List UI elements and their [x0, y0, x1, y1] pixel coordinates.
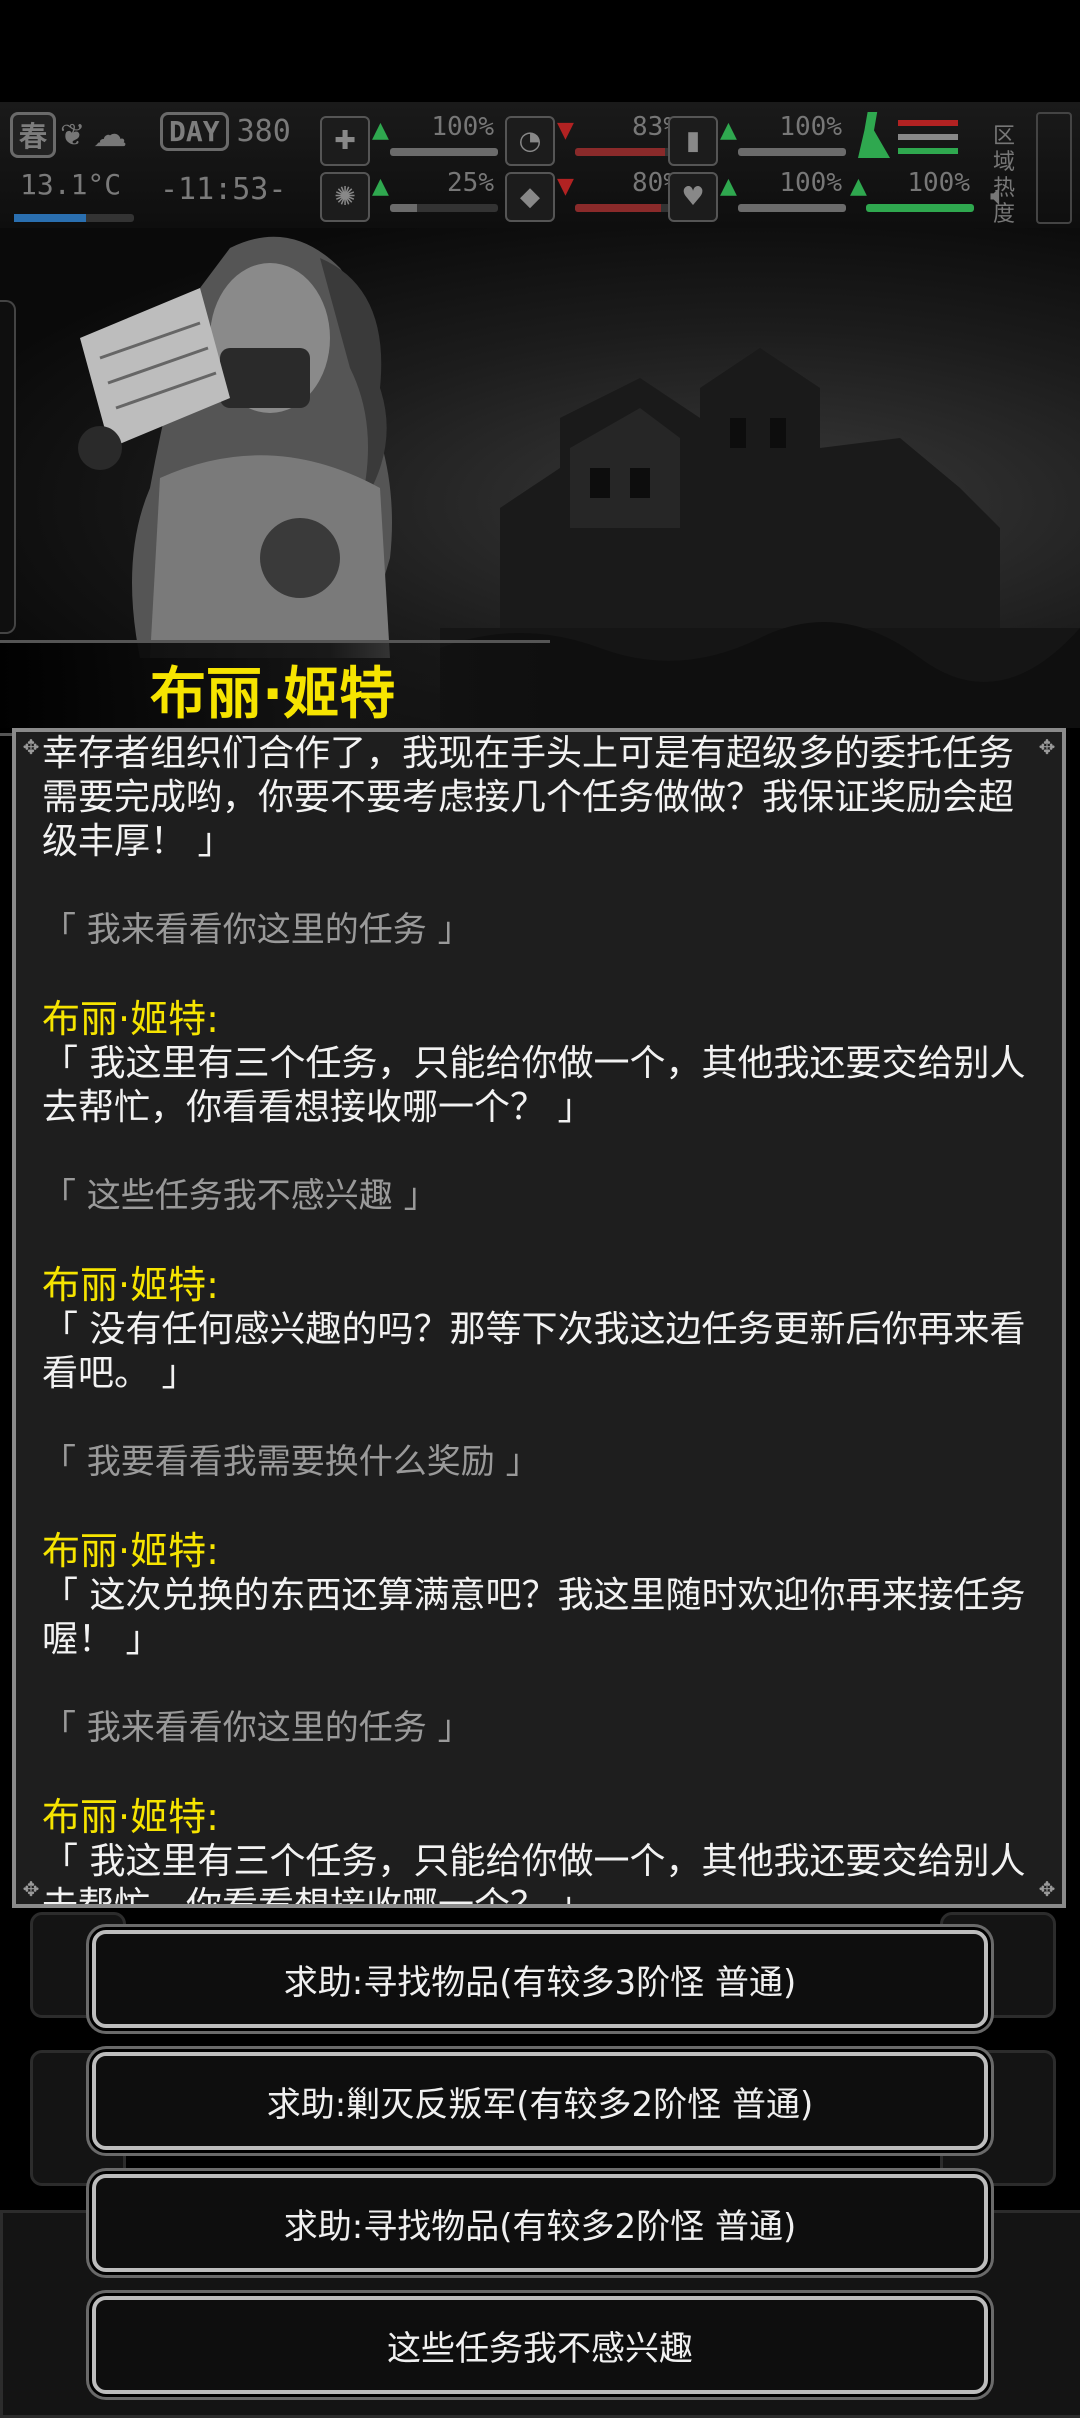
water-drop-icon: ◆ — [505, 172, 555, 222]
stat-bar — [390, 204, 498, 212]
dialog-line: 「 没有任何感兴趣的吗？那等下次我这边任务更新后你再来看 — [42, 1309, 1026, 1350]
dialog-spacer — [42, 952, 1042, 996]
trend-up-arrow-icon: ▲ — [720, 118, 737, 143]
stat-percent: 83% — [632, 112, 679, 142]
dialog-content: 幸存者组织们合作了，我现在手头上可是有超级多的委托任务 需要完成哟，你要不要考虑接… — [42, 732, 1042, 1908]
stat-medkit: ✚ ▲ 100% — [320, 112, 500, 166]
side-drawer-handle[interactable] — [0, 300, 16, 634]
stat-bar — [738, 204, 846, 212]
leaf-icon: ❦ — [60, 117, 86, 153]
day-badge: DAY — [160, 112, 229, 151]
npc-portrait-image — [78, 236, 392, 658]
choice-button-3[interactable]: 求助:寻找物品(有较多2阶怪 普通) — [92, 2174, 988, 2272]
speaker-icon[interactable]: 🔈︎ — [990, 178, 1008, 213]
trend-up-arrow-icon: ▲ — [372, 118, 389, 143]
stamina-stat — [858, 112, 968, 164]
stat-bar — [575, 204, 683, 212]
stat-battery: ▮ ▲ 100% — [668, 112, 848, 166]
trend-down-arrow-icon: ▼ — [557, 174, 574, 199]
clock-value: -11:53- — [160, 172, 287, 207]
dialog-spacer — [42, 1396, 1042, 1440]
day-counter: DAY 380 — [160, 112, 291, 151]
dialog-line: 需要完成哟，你要不要考虑接几个任务做做？我保证奖励会超 — [42, 777, 1015, 818]
dialog-line: 去帮忙，你看看想接收哪一个？ 」 — [42, 1087, 594, 1128]
stat-brain: ✺ ▲ 25% — [320, 168, 500, 222]
stat-percent: 100% — [431, 112, 494, 142]
brain-icon: ✺ — [320, 172, 370, 222]
stat-water-drop: ◆ ▼ 80% — [505, 168, 685, 222]
npc-nameplate: 布丽·姬特 — [0, 640, 550, 736]
temperature-bar — [14, 214, 134, 222]
dialog-line: 看吧。 」 — [42, 1353, 198, 1394]
choice-button-decline[interactable]: 这些任务我不感兴趣 — [92, 2296, 988, 2394]
trend-up-arrow-icon: ▲ — [372, 174, 389, 199]
dialog-log[interactable]: ✥ ✥ ✥ ✥ 幸存者组织们合作了，我现在手头上可是有超级多的委托任务 需要完成哟… — [12, 728, 1066, 1908]
dialog-speaker-name: 布丽·姬特: — [42, 1529, 219, 1573]
temperature-value: 13.1°C — [20, 168, 122, 201]
trend-up-arrow-icon: ▲ — [720, 174, 737, 199]
stat-bar — [738, 148, 846, 156]
dialog-spacer — [42, 1484, 1042, 1528]
choice-button-2[interactable]: 求助:剿灭反叛军(有较多2阶怪 普通) — [92, 2052, 988, 2150]
trend-up-arrow-icon: ▲ — [850, 174, 867, 199]
stat-stomach: ◔ ▼ 83% — [505, 112, 685, 166]
dialog-spacer — [42, 1218, 1042, 1262]
hud-bar: 春 ❦ ☁ 13.1°C DAY 380 -11:53- ✚ ▲ 100% ◔ ▼ 83%… — [0, 102, 1080, 228]
dialog-speaker-name: 布丽·姬特: — [42, 1795, 219, 1839]
dialog-player-reply: 「 这些任务我不感兴趣 」 — [42, 1176, 438, 1216]
medkit-icon: ✚ — [320, 116, 370, 166]
temperature-display: 13.1°C — [20, 168, 121, 201]
system-status-bar — [0, 0, 1080, 100]
dialog-spacer — [42, 864, 1042, 908]
runner-icon — [858, 112, 890, 158]
cloud-icon: ☁ — [93, 115, 128, 155]
dialog-line: 级丰厚！ 」 — [42, 821, 234, 862]
trend-down-arrow-icon: ▼ — [557, 118, 574, 143]
season-label: 春 — [10, 112, 57, 158]
clock: -11:53- — [160, 172, 286, 207]
corner-ornament-icon: ✥ — [22, 735, 40, 759]
dialog-player-reply: 「 我要看看我需要换什么奖励 」 — [42, 1442, 540, 1482]
npc-name: 布丽·姬特 — [150, 662, 396, 727]
stat-percent: 80% — [632, 168, 679, 198]
dialog-line: 「 我这里有三个任务，只能给你做一个，其他我还要交给别人 — [42, 1043, 1026, 1084]
stat-heart: ♥ ▲ 100% — [668, 168, 848, 222]
dialog-line: 幸存者组织们合作了，我现在手头上可是有超级多的委托任务 — [42, 733, 1015, 774]
stamina-percent: 100% — [907, 168, 970, 198]
dialog-line: 喔！ 」 — [42, 1619, 162, 1660]
battery-icon: ▮ — [668, 116, 718, 166]
stomach-icon: ◔ — [505, 116, 555, 166]
zone-label-line1: 区域 — [992, 124, 1015, 175]
zone-heat-meter — [1036, 112, 1072, 224]
dialog-spacer — [42, 1750, 1042, 1794]
season-indicator: 春 ❦ ☁ — [10, 112, 127, 158]
stat-percent: 100% — [779, 112, 842, 142]
dialog-spacer — [42, 1662, 1042, 1706]
choice-button-1[interactable]: 求助:寻找物品(有较多3阶怪 普通) — [92, 1930, 988, 2028]
corner-ornament-icon: ✥ — [22, 1877, 40, 1901]
dialog-player-reply: 「 我来看看你这里的任务 」 — [42, 910, 472, 950]
stat-percent: 100% — [779, 168, 842, 198]
dialog-speaker-name: 布丽·姬特: — [42, 997, 219, 1041]
day-number: 380 — [236, 114, 291, 149]
stat-percent: 25% — [447, 168, 494, 198]
stat-bar — [575, 148, 683, 156]
stat-bar — [390, 148, 498, 156]
dialog-line: 去帮忙，你看看想接收哪一个？ 」 — [42, 1885, 594, 1908]
dialog-line: 「 这次兑换的东西还算满意吧？我这里随时欢迎你再来接任务 — [42, 1575, 1026, 1616]
dialog-spacer — [42, 1130, 1042, 1174]
dialog-line: 「 我这里有三个任务，只能给你做一个，其他我还要交给别人 — [42, 1841, 1026, 1882]
dialog-speaker-name: 布丽·姬特: — [42, 1263, 219, 1307]
dialog-player-reply: 「 我来看看你这里的任务 」 — [42, 1708, 472, 1748]
heart-icon: ♥ — [668, 172, 718, 222]
